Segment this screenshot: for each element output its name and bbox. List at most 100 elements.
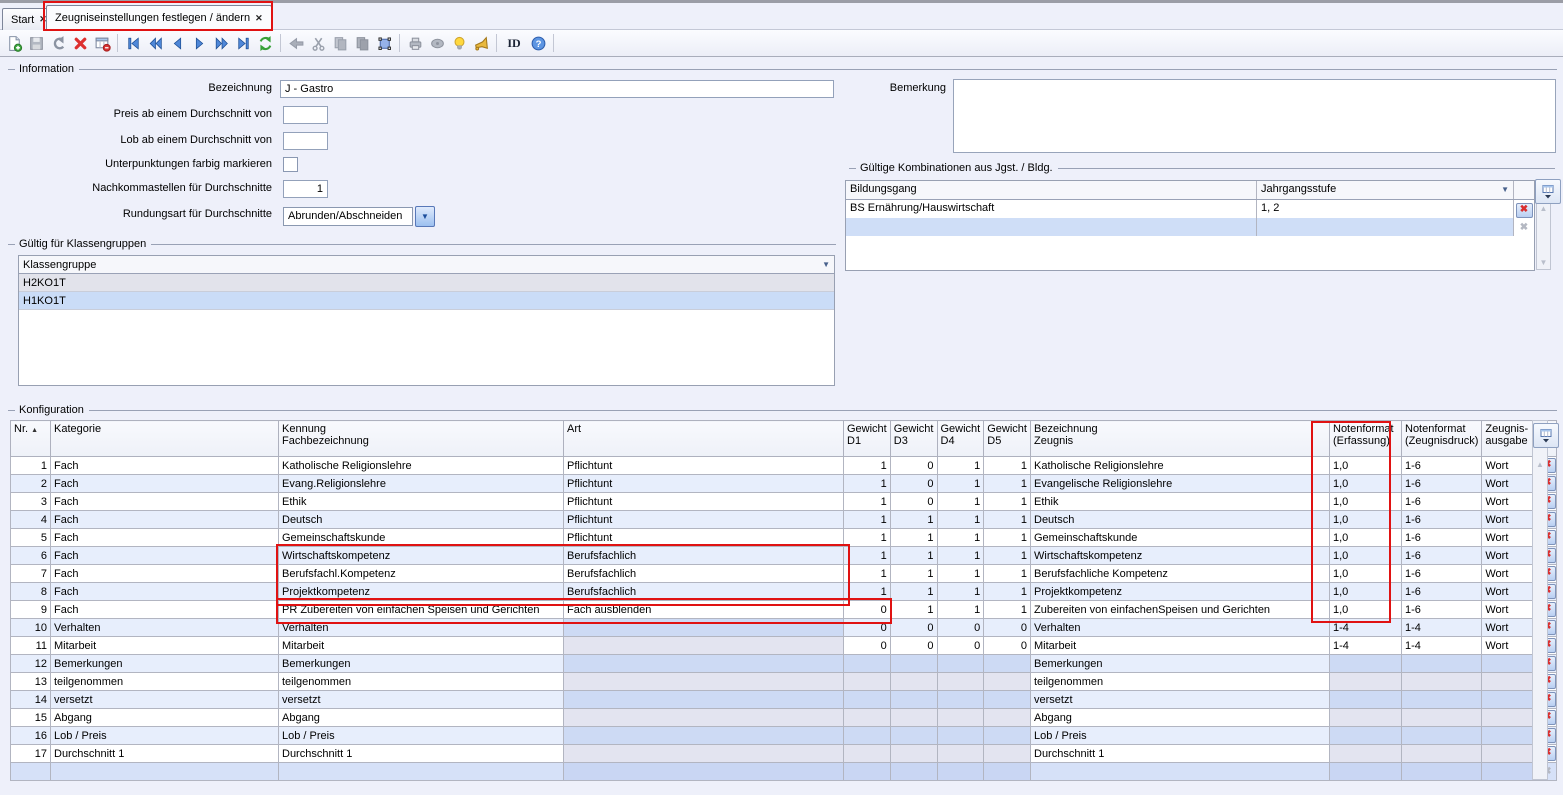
table-cell[interactable]: 1 (844, 457, 891, 475)
table-cell[interactable] (1330, 691, 1402, 709)
table-cell[interactable]: 17 (11, 745, 51, 763)
table-cell[interactable]: 1 (844, 511, 891, 529)
table-cell[interactable]: 1-4 (1402, 619, 1482, 637)
table-cell[interactable]: 1-6 (1402, 547, 1482, 565)
table-cell[interactable] (984, 655, 1031, 673)
nav-prev-icon[interactable] (167, 33, 187, 53)
tab-zeugniseinstellungen[interactable]: Zeugniseinstellungen festlegen / ändern … (46, 5, 272, 30)
table-cell[interactable] (984, 673, 1031, 691)
table-cell[interactable]: Wort (1482, 529, 1538, 547)
table-cell[interactable]: Fach (51, 457, 279, 475)
table-cell[interactable]: 0 (890, 493, 937, 511)
preis-input[interactable] (283, 106, 328, 124)
table-cell[interactable]: 1 (984, 475, 1031, 493)
table-cell[interactable]: Fach (51, 601, 279, 619)
table-cell[interactable]: 8 (11, 583, 51, 601)
table-cell[interactable] (564, 637, 844, 655)
bildungsgang-cell[interactable] (846, 218, 1257, 236)
column-header[interactable]: Kennung Fachbezeichnung (279, 421, 564, 457)
table-cell[interactable] (937, 655, 984, 673)
tab-close-icon[interactable]: ✕ (255, 13, 263, 24)
table-cell[interactable]: Wort (1482, 547, 1538, 565)
table-cell[interactable] (1402, 655, 1482, 673)
scroll-up-icon[interactable]: ▲ (1540, 205, 1548, 213)
table-cell[interactable]: Mitarbeit (51, 637, 279, 655)
table-cell[interactable] (279, 763, 564, 781)
jahrgangsstufe-cell[interactable] (1257, 218, 1514, 236)
table-cell[interactable]: 1,0 (1330, 565, 1402, 583)
table-cell[interactable] (844, 727, 891, 745)
table-cell[interactable] (564, 673, 844, 691)
table-cell[interactable]: 0 (890, 619, 937, 637)
table-cell[interactable]: 1 (984, 511, 1031, 529)
table-cell[interactable]: PR Zubereiten von einfachen Speisen und … (279, 601, 564, 619)
table-cell[interactable]: 12 (11, 655, 51, 673)
table-cell[interactable]: 1 (937, 511, 984, 529)
table-cell[interactable]: 1-6 (1402, 601, 1482, 619)
table-cell[interactable]: 11 (11, 637, 51, 655)
table-cell[interactable]: 1 (11, 457, 51, 475)
chevron-down-icon[interactable]: ▼ (1501, 181, 1509, 199)
table-cell[interactable]: 1 (984, 529, 1031, 547)
table-cell[interactable]: 1 (844, 565, 891, 583)
table-cell[interactable]: Evang.Religionslehre (279, 475, 564, 493)
klassengruppen-header[interactable]: Klassengruppe ▼ (19, 256, 834, 274)
table-cell[interactable]: versetzt (1031, 691, 1330, 709)
jahrgangsstufe-cell[interactable]: 1, 2 (1257, 200, 1514, 218)
table-cell[interactable] (1482, 691, 1538, 709)
table-cell[interactable]: Pflichtunt (564, 493, 844, 511)
table-cell[interactable] (984, 727, 1031, 745)
nav-last-icon[interactable] (233, 33, 253, 53)
column-header[interactable]: Notenformat (Zeugnisdruck) (1402, 421, 1482, 457)
table-cell[interactable]: 0 (937, 637, 984, 655)
table-cell[interactable]: 9 (11, 601, 51, 619)
undo-icon[interactable] (48, 33, 68, 53)
table-cell[interactable]: Abgang (1031, 709, 1330, 727)
table-cell[interactable]: 3 (11, 493, 51, 511)
table-cell[interactable]: 1,0 (1330, 457, 1402, 475)
table-cell[interactable] (1482, 655, 1538, 673)
table-cell[interactable]: 1,0 (1330, 493, 1402, 511)
bildungsgang-cell[interactable]: BS Ernährung/Hauswirtschaft (846, 200, 1257, 218)
table-cell[interactable] (844, 691, 891, 709)
table-cell[interactable] (1330, 745, 1402, 763)
table-cell[interactable]: Wort (1482, 601, 1538, 619)
column-header[interactable]: Zeugnis- ausgabe (1482, 421, 1538, 457)
table-cell[interactable] (844, 655, 891, 673)
table-cell[interactable]: Berufsfachlich (564, 583, 844, 601)
table-cell[interactable]: Verhalten (1031, 619, 1330, 637)
column-header-jahrgangsstufe[interactable]: Jahrgangsstufe ▼ (1257, 181, 1514, 199)
table-cell[interactable]: Fach (51, 475, 279, 493)
column-header-bildungsgang[interactable]: Bildungsgang (846, 181, 1257, 199)
table-cell[interactable]: Fach (51, 493, 279, 511)
table-cell[interactable]: 1,0 (1330, 547, 1402, 565)
table-cell[interactable] (564, 691, 844, 709)
combo-dropdown-button[interactable]: ▼ (415, 206, 435, 227)
table-cell[interactable] (844, 763, 891, 781)
table-cell[interactable]: 4 (11, 511, 51, 529)
table-cell[interactable]: 1 (937, 493, 984, 511)
table-cell[interactable]: Abgang (279, 709, 564, 727)
table-cell[interactable]: 0 (984, 619, 1031, 637)
table-cell[interactable]: Bemerkungen (279, 655, 564, 673)
table-cell[interactable] (844, 673, 891, 691)
table-cell[interactable] (890, 709, 937, 727)
table-cell[interactable]: 1 (937, 565, 984, 583)
table-cell[interactable]: 16 (11, 727, 51, 745)
table-cell[interactable]: 1 (937, 529, 984, 547)
table-cell[interactable]: Katholische Religionslehre (1031, 457, 1330, 475)
new-record-icon[interactable] (4, 33, 24, 53)
table-cell[interactable] (937, 709, 984, 727)
table-cell[interactable]: 1 (890, 565, 937, 583)
table-cell[interactable] (1482, 709, 1538, 727)
table-cell[interactable]: 1-4 (1402, 637, 1482, 655)
table-cell[interactable]: Projektkompetenz (279, 583, 564, 601)
table-cell[interactable]: Wort (1482, 511, 1538, 529)
table-cell[interactable]: Wort (1482, 457, 1538, 475)
table-cell[interactable]: 1 (984, 457, 1031, 475)
nav-fast-next-icon[interactable] (211, 33, 231, 53)
table-cell[interactable]: Evangelische Religionslehre (1031, 475, 1330, 493)
table-cell[interactable]: Gemeinschaftskunde (1031, 529, 1330, 547)
table-cell[interactable]: Wort (1482, 619, 1538, 637)
table-cell[interactable]: 1 (890, 601, 937, 619)
